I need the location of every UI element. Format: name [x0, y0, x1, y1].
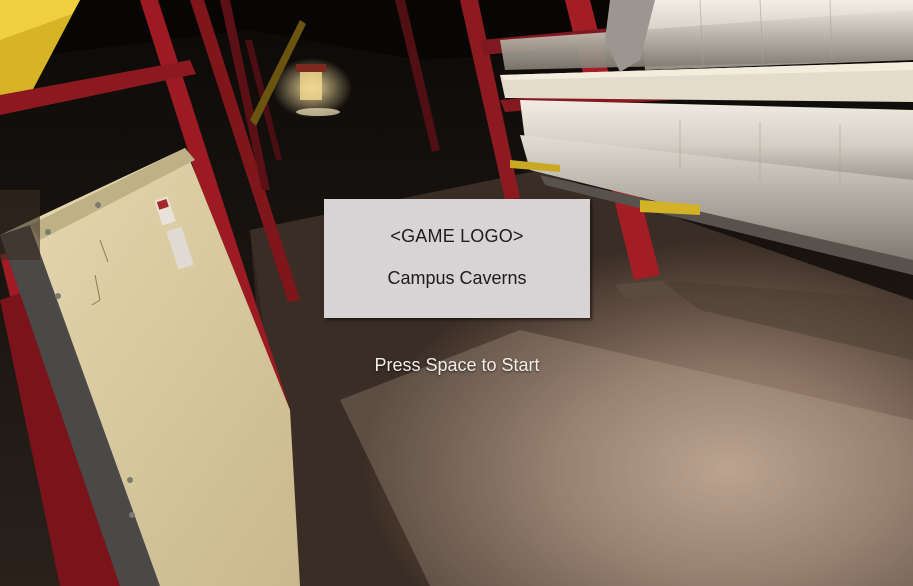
game-title-screen[interactable]: <GAME LOGO> Campus Caverns Press Space t…	[0, 0, 913, 586]
game-logo-placeholder: <GAME LOGO>	[390, 226, 524, 246]
start-prompt: Press Space to Start	[374, 355, 540, 375]
game-logo-panel: <GAME LOGO> Campus Caverns	[324, 199, 590, 318]
game-title: Campus Caverns	[387, 268, 527, 288]
